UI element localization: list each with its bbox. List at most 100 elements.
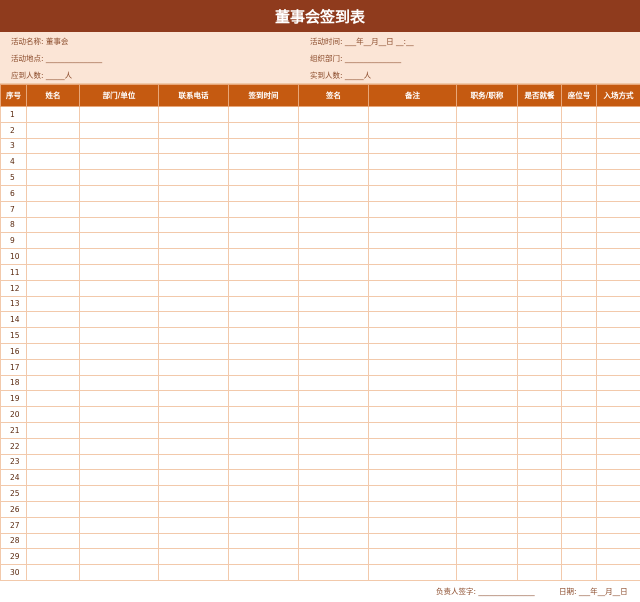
table-cell[interactable] — [228, 200, 299, 218]
table-cell[interactable] — [368, 184, 457, 202]
table-cell[interactable] — [517, 279, 562, 297]
table-cell[interactable] — [596, 421, 640, 439]
table-cell[interactable] — [456, 263, 518, 281]
table-cell[interactable] — [26, 500, 80, 518]
table-cell[interactable] — [596, 232, 640, 250]
table-cell[interactable] — [596, 469, 640, 487]
table-cell[interactable] — [158, 437, 229, 455]
table-cell[interactable] — [596, 374, 640, 392]
table-cell[interactable] — [228, 311, 299, 329]
table-cell[interactable] — [228, 327, 299, 344]
activity-time-field[interactable]: 活动时间: ___年__月__日 __:__ — [310, 36, 414, 47]
table-cell[interactable] — [79, 184, 159, 202]
table-cell[interactable] — [79, 263, 159, 281]
table-cell[interactable] — [517, 263, 562, 281]
table-cell[interactable] — [228, 548, 299, 566]
table-cell[interactable] — [596, 564, 640, 581]
table-cell[interactable] — [158, 374, 229, 392]
table-cell[interactable] — [561, 232, 597, 250]
table-cell[interactable] — [158, 295, 229, 313]
table-cell[interactable] — [79, 169, 159, 186]
table-cell[interactable] — [298, 358, 369, 376]
table-cell[interactable] — [517, 216, 562, 234]
table-cell[interactable] — [228, 232, 299, 250]
table-cell[interactable] — [298, 327, 369, 344]
table-cell[interactable] — [561, 358, 597, 376]
table-cell[interactable] — [368, 263, 457, 281]
table-cell[interactable] — [456, 279, 518, 297]
table-cell[interactable] — [26, 390, 80, 408]
table-cell[interactable] — [517, 327, 562, 344]
table-cell[interactable] — [368, 406, 457, 423]
signer-field[interactable]: 负责人签字: _______________ — [436, 586, 535, 597]
table-cell[interactable] — [298, 516, 369, 534]
table-cell[interactable] — [228, 121, 299, 139]
table-cell[interactable] — [26, 137, 80, 155]
table-cell[interactable] — [368, 121, 457, 139]
table-cell[interactable] — [79, 216, 159, 234]
table-cell[interactable] — [79, 342, 159, 360]
table-cell[interactable] — [517, 311, 562, 329]
table-cell[interactable] — [298, 485, 369, 502]
table-cell[interactable] — [517, 485, 562, 502]
table-cell[interactable] — [26, 311, 80, 329]
table-cell[interactable] — [228, 390, 299, 408]
table-cell[interactable] — [368, 137, 457, 155]
table-cell[interactable] — [26, 564, 80, 581]
table-cell[interactable] — [561, 216, 597, 234]
table-cell[interactable] — [228, 263, 299, 281]
table-cell[interactable] — [79, 121, 159, 139]
table-cell[interactable] — [596, 437, 640, 455]
table-cell[interactable] — [561, 564, 597, 581]
table-cell[interactable] — [298, 374, 369, 392]
table-cell[interactable] — [79, 295, 159, 313]
table-cell[interactable] — [79, 279, 159, 297]
table-cell[interactable] — [596, 263, 640, 281]
table-cell[interactable] — [517, 390, 562, 408]
table-cell[interactable] — [368, 390, 457, 408]
table-cell[interactable] — [26, 106, 80, 123]
table-cell[interactable] — [158, 153, 229, 171]
table-cell[interactable] — [561, 500, 597, 518]
table-cell[interactable] — [368, 216, 457, 234]
table-cell[interactable] — [79, 516, 159, 534]
table-cell[interactable] — [158, 516, 229, 534]
table-cell[interactable] — [79, 453, 159, 471]
table-cell[interactable] — [456, 106, 518, 123]
table-cell[interactable] — [158, 406, 229, 423]
table-cell[interactable] — [561, 153, 597, 171]
table-cell[interactable] — [79, 137, 159, 155]
table-cell[interactable] — [158, 169, 229, 186]
table-cell[interactable] — [517, 153, 562, 171]
table-cell[interactable] — [79, 564, 159, 581]
table-cell[interactable] — [596, 453, 640, 471]
actual-count-field[interactable]: 实到人数: _____人 — [310, 70, 371, 81]
table-cell[interactable] — [456, 248, 518, 265]
table-cell[interactable] — [26, 248, 80, 265]
table-cell[interactable] — [368, 295, 457, 313]
table-cell[interactable] — [561, 342, 597, 360]
table-cell[interactable] — [596, 516, 640, 534]
table-cell[interactable] — [596, 106, 640, 123]
table-cell[interactable] — [561, 169, 597, 186]
table-cell[interactable] — [517, 500, 562, 518]
table-cell[interactable] — [368, 311, 457, 329]
table-cell[interactable] — [517, 532, 562, 550]
table-cell[interactable] — [368, 169, 457, 186]
table-cell[interactable] — [298, 137, 369, 155]
table-cell[interactable] — [368, 500, 457, 518]
table-cell[interactable] — [26, 516, 80, 534]
table-cell[interactable] — [26, 485, 80, 502]
table-cell[interactable] — [561, 248, 597, 265]
table-cell[interactable] — [596, 137, 640, 155]
table-cell[interactable] — [596, 279, 640, 297]
table-cell[interactable] — [456, 500, 518, 518]
table-cell[interactable] — [368, 200, 457, 218]
table-cell[interactable] — [158, 263, 229, 281]
table-cell[interactable] — [561, 327, 597, 344]
table-cell[interactable] — [561, 263, 597, 281]
table-cell[interactable] — [456, 358, 518, 376]
table-cell[interactable] — [158, 358, 229, 376]
table-cell[interactable] — [368, 342, 457, 360]
table-cell[interactable] — [517, 469, 562, 487]
